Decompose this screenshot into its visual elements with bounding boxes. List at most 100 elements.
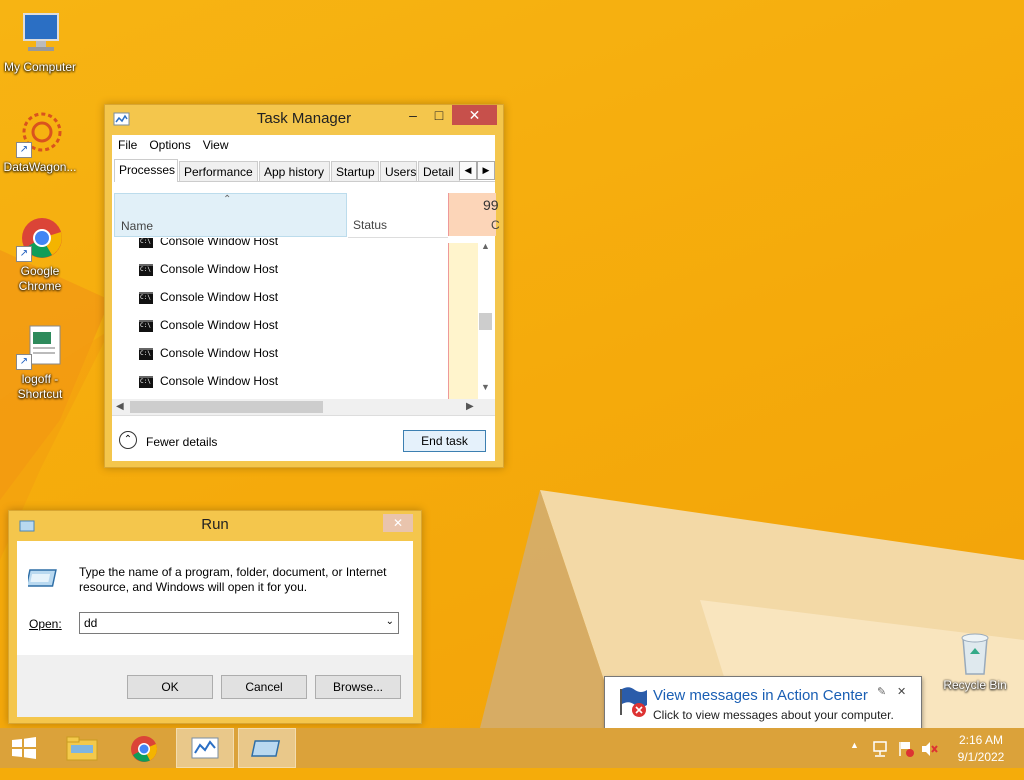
- desktop-icon-label: Recycle Bin: [943, 678, 1007, 692]
- tab-users[interactable]: Users: [380, 161, 417, 181]
- run-content: Type the name of a program, folder, docu…: [17, 541, 413, 717]
- tab-startup[interactable]: Startup: [331, 161, 379, 181]
- shortcut-arrow-icon: ↗: [16, 354, 32, 370]
- run-description: Type the name of a program, folder, docu…: [79, 565, 387, 594]
- tab-scroll-left-icon[interactable]: ◀: [459, 161, 477, 180]
- chrome-icon: [131, 736, 157, 762]
- desktop-icon-label: DataWagon...: [3, 160, 77, 174]
- computer-icon: [16, 10, 64, 58]
- start-button[interactable]: [0, 728, 48, 768]
- maximize-button[interactable]: □: [426, 105, 452, 125]
- vertical-scrollbar[interactable]: ▲ ▼: [478, 237, 495, 399]
- column-header-name[interactable]: ⌃ Name: [114, 193, 347, 237]
- taskbar-task-manager[interactable]: [176, 728, 234, 768]
- column-header-cpu[interactable]: 99 C: [448, 193, 500, 236]
- cpu-percent-value: 99: [483, 197, 499, 213]
- action-center-flag-icon: [620, 687, 647, 717]
- tab-app-history[interactable]: App history: [259, 161, 330, 181]
- minimize-button[interactable]: –: [400, 105, 426, 125]
- taskbar-file-explorer[interactable]: [54, 728, 110, 768]
- console-icon: [139, 291, 153, 304]
- task-manager-window[interactable]: Task Manager – □ ✕ File Options View Proce…: [104, 104, 504, 468]
- menu-view[interactable]: View: [197, 135, 235, 152]
- settings-wrench-icon[interactable]: ✎: [877, 685, 886, 698]
- ok-button[interactable]: OK: [127, 675, 213, 699]
- process-name: Console Window Host: [160, 238, 279, 248]
- process-name: Console Window Host: [160, 290, 279, 304]
- menu-file[interactable]: File: [112, 135, 143, 152]
- sort-ascending-icon: ⌃: [223, 194, 232, 205]
- desktop-icon-label: Google Chrome: [18, 264, 62, 293]
- chevron-down-icon[interactable]: ⌄: [386, 616, 394, 627]
- run-dialog[interactable]: Run ✕ Type the name of a program, folder…: [8, 510, 422, 724]
- tab-performance[interactable]: Performance: [179, 161, 258, 181]
- process-list: Console Window Host Console Window Host …: [112, 238, 447, 398]
- browse-button[interactable]: Browse...: [315, 675, 401, 699]
- tab-scroll-right-icon[interactable]: ▶: [477, 161, 495, 180]
- logoff-icon: ↗: [16, 322, 64, 370]
- scrollbar-thumb[interactable]: [130, 401, 323, 413]
- taskbar-run[interactable]: [238, 728, 296, 768]
- close-button[interactable]: ✕: [383, 514, 413, 532]
- run-program-icon: [28, 569, 57, 587]
- desktop-icon-label: logoff - Shortcut: [17, 372, 63, 401]
- task-manager-titlebar[interactable]: Task Manager – □ ✕: [105, 105, 503, 133]
- taskbar: ▲ 2:16 AM 9/1/2022: [0, 728, 1024, 768]
- action-center-flag-icon[interactable]: [896, 739, 916, 759]
- system-clock[interactable]: 2:16 AM 9/1/2022: [946, 728, 1016, 768]
- scroll-down-icon[interactable]: ▼: [481, 382, 490, 392]
- notification-close-button[interactable]: ✕: [897, 685, 906, 698]
- process-name: Console Window Host: [160, 262, 279, 276]
- table-row[interactable]: Console Window Host: [139, 290, 278, 318]
- column-header-label: Status: [353, 218, 388, 232]
- show-hidden-icons-button[interactable]: ▲: [850, 740, 866, 780]
- process-name: Console Window Host: [160, 346, 279, 360]
- scroll-left-icon[interactable]: ◀: [116, 401, 124, 412]
- table-row[interactable]: Console Window Host: [139, 374, 278, 398]
- console-icon: [139, 347, 153, 360]
- fewer-details-link[interactable]: Fewer details: [146, 435, 217, 449]
- taskbar-chrome[interactable]: [116, 728, 172, 768]
- desktop-icon-recycle-bin[interactable]: Recycle Bin: [935, 630, 1015, 693]
- volume-muted-icon[interactable]: [920, 740, 940, 758]
- fewer-details-chevron-icon[interactable]: ⌃: [119, 431, 137, 449]
- end-task-button[interactable]: End task: [403, 430, 486, 452]
- process-name: Console Window Host: [160, 374, 279, 388]
- run-titlebar[interactable]: Run ✕: [9, 511, 421, 539]
- shortcut-arrow-icon: ↗: [16, 142, 32, 158]
- desktop-icon-my-computer[interactable]: My Computer: [0, 10, 80, 75]
- action-center-notification[interactable]: View messages in Action Center Click to …: [604, 676, 922, 742]
- clock-time: 2:16 AM: [958, 733, 1004, 747]
- console-icon: [139, 263, 153, 276]
- console-icon: [139, 238, 153, 248]
- tab-details[interactable]: Detail: [418, 161, 460, 181]
- recycle-bin-icon: [951, 630, 999, 676]
- column-header-status[interactable]: Status: [348, 193, 448, 238]
- process-name: Console Window Host: [160, 318, 279, 332]
- table-row[interactable]: Console Window Host: [139, 318, 278, 346]
- desktop-icon-chrome[interactable]: ↗ Google Chrome: [0, 214, 80, 294]
- table-row[interactable]: Console Window Host: [139, 262, 278, 290]
- scroll-right-icon[interactable]: ▶: [466, 401, 474, 412]
- task-manager-icon: [191, 737, 219, 759]
- scrollbar-thumb[interactable]: [479, 313, 492, 330]
- open-combobox[interactable]: ⌄: [79, 612, 399, 634]
- menu-bar: File Options View: [112, 135, 495, 157]
- horizontal-scrollbar[interactable]: ◀ ▶: [112, 399, 495, 416]
- windows-logo-icon: [12, 737, 36, 759]
- table-row[interactable]: Console Window Host: [139, 346, 278, 374]
- desktop-icon-logoff[interactable]: ↗ logoff - Shortcut: [0, 322, 80, 402]
- table-row[interactable]: Console Window Host: [139, 238, 278, 262]
- close-button[interactable]: ✕: [452, 105, 497, 125]
- menu-options[interactable]: Options: [143, 135, 196, 152]
- task-manager-content: File Options View Processes Performance Ap…: [112, 135, 500, 461]
- network-icon[interactable]: [872, 740, 890, 758]
- desktop-icon-label: My Computer: [3, 60, 77, 74]
- scroll-up-icon[interactable]: ▲: [481, 241, 490, 251]
- open-input[interactable]: [84, 615, 374, 631]
- tab-processes[interactable]: Processes: [114, 159, 178, 182]
- notification-title[interactable]: View messages in Action Center: [653, 687, 868, 704]
- folder-icon: [66, 736, 98, 761]
- cancel-button[interactable]: Cancel: [221, 675, 307, 699]
- desktop-icon-datawagon[interactable]: ↗ DataWagon...: [0, 110, 80, 175]
